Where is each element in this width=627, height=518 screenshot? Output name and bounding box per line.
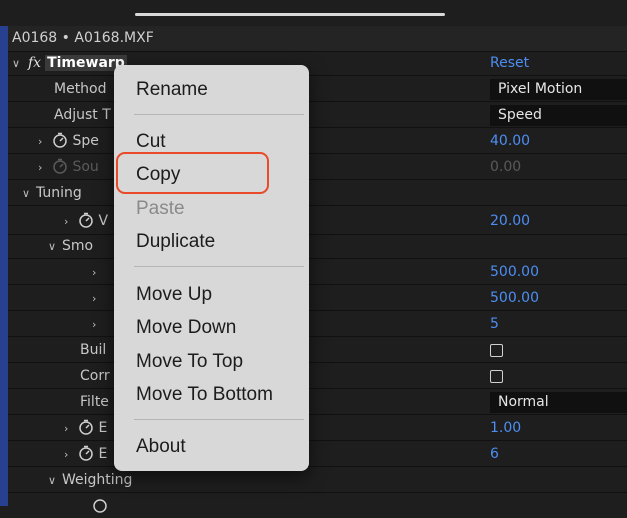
property-row[interactable]: Corr (8, 365, 627, 389)
reset-link[interactable]: Reset (490, 52, 529, 75)
speed-value[interactable]: 40.00 (490, 130, 530, 153)
smoothing-value-1[interactable]: 500.00 (490, 261, 539, 284)
property-label: Filte (80, 394, 109, 410)
menu-item-duplicate[interactable]: Duplicate (136, 231, 215, 253)
correct-checkbox[interactable] (490, 370, 503, 383)
group-row[interactable]: ∨ Weighting (8, 469, 627, 493)
layer-header: A0168 • A0168.MXF (8, 26, 627, 52)
property-row[interactable]: › Spe 40.00 (8, 130, 627, 154)
smoothing-value-3[interactable]: 5 (490, 313, 499, 336)
property-row[interactable]: Method Pixel Motion (8, 78, 627, 102)
property-label: Sou (72, 159, 99, 175)
chevron-right-icon[interactable]: › (92, 313, 106, 336)
property-label: Adjust T (54, 107, 111, 123)
context-menu: Rename Cut Copy Paste Duplicate Move Up … (114, 65, 309, 471)
property-row[interactable]: › 500.00 (8, 261, 627, 285)
property-row[interactable]: › V 20.00 (8, 208, 627, 235)
timeline-bar[interactable] (135, 13, 445, 16)
stopwatch-icon[interactable] (52, 132, 68, 148)
smoothing-value-2[interactable]: 500.00 (490, 287, 539, 310)
property-label: V (98, 213, 109, 229)
menu-item-move-down[interactable]: Move Down (136, 317, 236, 339)
menu-separator (134, 419, 304, 420)
timeline-strip (0, 0, 627, 26)
property-label: Method (54, 81, 107, 97)
chevron-right-icon[interactable]: › (64, 417, 78, 440)
menu-separator (134, 114, 304, 115)
chevron-right-icon[interactable]: › (64, 443, 78, 466)
property-row[interactable]: Filte Normal (8, 391, 627, 415)
property-label: Buil (80, 342, 107, 358)
property-row[interactable] (8, 495, 627, 518)
vector-detail-value[interactable]: 20.00 (490, 208, 530, 234)
e1-value[interactable]: 1.00 (490, 417, 521, 440)
property-row[interactable]: › 500.00 (8, 287, 627, 311)
stopwatch-icon[interactable] (78, 419, 94, 435)
property-label: E (98, 420, 108, 436)
stopwatch-icon[interactable] (92, 497, 108, 513)
property-row[interactable]: Buil (8, 339, 627, 363)
chevron-down-icon[interactable]: ∨ (22, 182, 36, 205)
method-dropdown[interactable]: Pixel Motion (490, 79, 627, 100)
fx-icon[interactable]: fx (28, 55, 41, 71)
stopwatch-icon[interactable] (78, 212, 94, 228)
chevron-right-icon[interactable]: › (38, 130, 52, 153)
effect-row[interactable]: ∨ fx Timewarp Reset (8, 52, 627, 76)
adjust-time-dropdown[interactable]: Speed (490, 105, 627, 126)
filtering-dropdown[interactable]: Normal (490, 392, 627, 413)
property-row[interactable]: › E 1.00 (8, 417, 627, 441)
copy-highlight-outline (116, 152, 269, 194)
chevron-down-icon[interactable]: ∨ (48, 469, 62, 492)
menu-item-move-to-top[interactable]: Move To Top (136, 351, 243, 373)
property-row[interactable]: › Sou 0.00 (8, 156, 627, 180)
source-value: 0.00 (490, 159, 522, 175)
layer-title: A0168 • A0168.MXF (12, 30, 154, 46)
e2-value[interactable]: 6 (490, 443, 499, 466)
panel-edge (0, 26, 8, 506)
menu-item-rename[interactable]: Rename (136, 79, 208, 101)
menu-item-about[interactable]: About (136, 436, 186, 458)
property-label: Corr (80, 368, 110, 384)
chevron-right-icon[interactable]: › (92, 287, 106, 310)
effect-controls-panel: ∨ fx Timewarp Reset Method Pixel Motion Ad… (8, 52, 627, 513)
stopwatch-icon[interactable] (78, 445, 94, 461)
property-label: E (98, 446, 108, 462)
chevron-right-icon[interactable]: › (64, 209, 78, 235)
menu-item-cut[interactable]: Cut (136, 131, 166, 153)
menu-separator (134, 266, 304, 267)
chevron-down-icon[interactable]: ∨ (12, 52, 26, 75)
menu-item-move-to-bottom[interactable]: Move To Bottom (136, 384, 273, 406)
chevron-right-icon[interactable]: › (92, 261, 106, 284)
group-row[interactable]: ∨ Tuning (8, 182, 627, 206)
group-label: Weighting (62, 472, 133, 488)
chevron-right-icon[interactable]: › (38, 156, 52, 179)
property-row[interactable]: › 5 (8, 313, 627, 337)
property-row[interactable]: › E 6 (8, 443, 627, 467)
group-label: Tuning (36, 185, 82, 201)
menu-item-paste: Paste (136, 198, 185, 219)
group-row[interactable]: ∨ Smo (8, 235, 627, 259)
property-label: Spe (72, 133, 99, 149)
menu-item-move-up[interactable]: Move Up (136, 284, 212, 306)
stopwatch-icon (53, 158, 67, 174)
chevron-down-icon[interactable]: ∨ (48, 235, 62, 258)
group-label: Smo (62, 238, 94, 254)
build-checkbox[interactable] (490, 344, 503, 357)
property-row[interactable]: Adjust T Speed (8, 104, 627, 128)
